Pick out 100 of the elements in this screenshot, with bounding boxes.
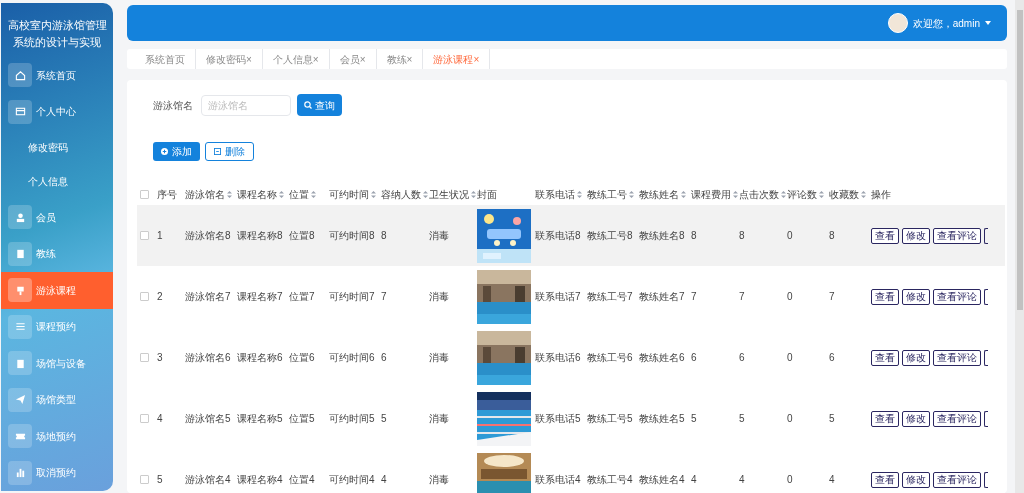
view-button[interactable]: 查看 [871, 410, 899, 427]
table-cell: 0 [787, 352, 793, 363]
row-checkbox[interactable] [140, 475, 149, 484]
tab[interactable]: 个人信息× [262, 49, 330, 69]
sort-icon[interactable] [733, 190, 738, 198]
column-header: 教练工号 [587, 187, 627, 202]
table-cell: 5 [381, 413, 387, 424]
sort-icon[interactable] [311, 190, 316, 198]
sidebar-item[interactable]: 教练 [1, 235, 113, 273]
plus-circle-icon [161, 148, 168, 155]
sort-icon[interactable] [681, 190, 686, 198]
scrollbar-thumb[interactable] [1016, 10, 1023, 310]
view-comments-button[interactable]: 查看评论 [933, 471, 981, 488]
column-header: 点击次数 [739, 187, 779, 202]
sidebar-item[interactable]: 场馆与设备 [1, 345, 113, 382]
table-cell: 教练工号8 [587, 230, 633, 241]
user-icon [14, 211, 26, 223]
tab[interactable]: 游泳课程× [423, 49, 491, 69]
table-cell: 8 [739, 230, 745, 241]
row-checkbox[interactable] [140, 353, 149, 362]
caret-icon[interactable] [985, 21, 991, 25]
table-cell: 1 [157, 230, 163, 241]
table-cell: 教练姓名7 [639, 291, 685, 302]
sidebar-title: 高校室内游泳馆管理系统的设计与实现 [6, 18, 108, 50]
sidebar-item[interactable]: 个人中心 [1, 93, 113, 130]
sidebar-subitem[interactable]: 个人信息 [1, 164, 113, 200]
view-button[interactable]: 查看 [871, 471, 899, 488]
sort-icon[interactable] [781, 190, 786, 198]
view-comments-button[interactable]: 查看评论 [933, 288, 981, 305]
view-button[interactable]: 查看 [871, 288, 899, 305]
search-button[interactable]: 查询 [297, 94, 342, 116]
cut-off-button[interactable] [984, 288, 988, 305]
sort-icon[interactable] [371, 190, 376, 198]
edit-button[interactable]: 修改 [902, 227, 930, 244]
table-cell: 5 [739, 413, 745, 424]
table-cell: 8 [829, 230, 835, 241]
row-checkbox[interactable] [140, 414, 149, 423]
sidebar-item[interactable]: 场馆类型 [1, 381, 113, 418]
table-cell: 4 [691, 474, 697, 485]
avatar[interactable] [887, 13, 908, 33]
row-checkbox[interactable] [140, 231, 149, 240]
table-cell: 可约时间4 [329, 474, 375, 485]
square-minus-icon [214, 148, 221, 155]
table-cell: 游泳馆名4 [185, 474, 231, 485]
tab[interactable]: 系统首页 [135, 49, 196, 69]
sidebar-item[interactable]: 系统首页 [1, 57, 113, 94]
delete-button[interactable]: 删除 [205, 142, 254, 161]
tab[interactable]: 会员× [329, 49, 377, 69]
table-cell: 消毒 [429, 230, 449, 241]
cut-off-button[interactable] [984, 227, 988, 244]
scrollbar[interactable] [1015, 0, 1024, 493]
cut-off-button[interactable] [984, 349, 988, 366]
view-button[interactable]: 查看 [871, 349, 899, 366]
table-row[interactable]: 1 游泳馆名8 课程名称8 位置8 可约时间8 8 消毒 联系电话8 教练工号8 教练姓名8 8 8 0 8 查看 修改 查看评论 [137, 205, 1005, 266]
search-field[interactable]: 游泳馆名 [201, 94, 291, 116]
table-cell: 7 [691, 291, 697, 302]
table-cell: 8 [691, 230, 697, 241]
header-checkbox[interactable] [140, 189, 149, 199]
user-greeting[interactable]: 欢迎您，admin [912, 15, 980, 31]
table-cell: 课程名称7 [237, 291, 283, 302]
table-cell: 位置4 [289, 474, 315, 485]
cut-off-button[interactable] [984, 471, 988, 488]
sort-icon[interactable] [629, 190, 634, 198]
home-icon [14, 69, 26, 81]
sidebar-subitem[interactable]: 修改密码 [1, 129, 113, 165]
sidebar-item[interactable]: 取消预约 [1, 454, 113, 491]
view-comments-button[interactable]: 查看评论 [933, 410, 981, 427]
cut-off-button[interactable] [984, 410, 988, 427]
edit-button[interactable]: 修改 [902, 471, 930, 488]
table-cell: 0 [787, 474, 793, 485]
table-cell: 联系电话8 [535, 230, 581, 241]
table-cell: 游泳馆名5 [185, 413, 231, 424]
table-cell: 5 [157, 474, 163, 485]
sidebar-item[interactable]: 会员 [1, 199, 113, 236]
cup-icon [14, 284, 26, 296]
table-cell: 6 [381, 352, 387, 363]
sort-icon[interactable] [819, 190, 824, 198]
tab[interactable]: 修改密码× [196, 49, 263, 69]
sort-icon[interactable] [861, 190, 866, 198]
column-header: 序号 [157, 187, 177, 202]
sidebar-item[interactable]: 游泳课程 [1, 272, 113, 309]
view-button[interactable]: 查看 [871, 227, 899, 244]
table-cell: 7 [381, 291, 387, 302]
sort-icon[interactable] [227, 190, 232, 198]
row-checkbox[interactable] [140, 292, 149, 301]
table-cell: 教练姓名8 [639, 230, 685, 241]
sort-icon[interactable] [423, 190, 428, 198]
sort-icon[interactable] [471, 190, 476, 198]
edit-button[interactable]: 修改 [902, 288, 930, 305]
paper-plane-icon [14, 394, 26, 406]
sidebar-item[interactable]: 场地预约 [1, 418, 113, 455]
view-comments-button[interactable]: 查看评论 [933, 349, 981, 366]
edit-button[interactable]: 修改 [902, 349, 930, 366]
column-header: 课程名称 [237, 187, 277, 202]
tab[interactable]: 教练× [376, 49, 424, 69]
edit-button[interactable]: 修改 [902, 410, 930, 427]
sort-icon[interactable] [577, 190, 582, 198]
add-button[interactable]: 添加 [153, 142, 200, 161]
view-comments-button[interactable]: 查看评论 [933, 227, 981, 244]
sort-icon[interactable] [279, 190, 284, 198]
